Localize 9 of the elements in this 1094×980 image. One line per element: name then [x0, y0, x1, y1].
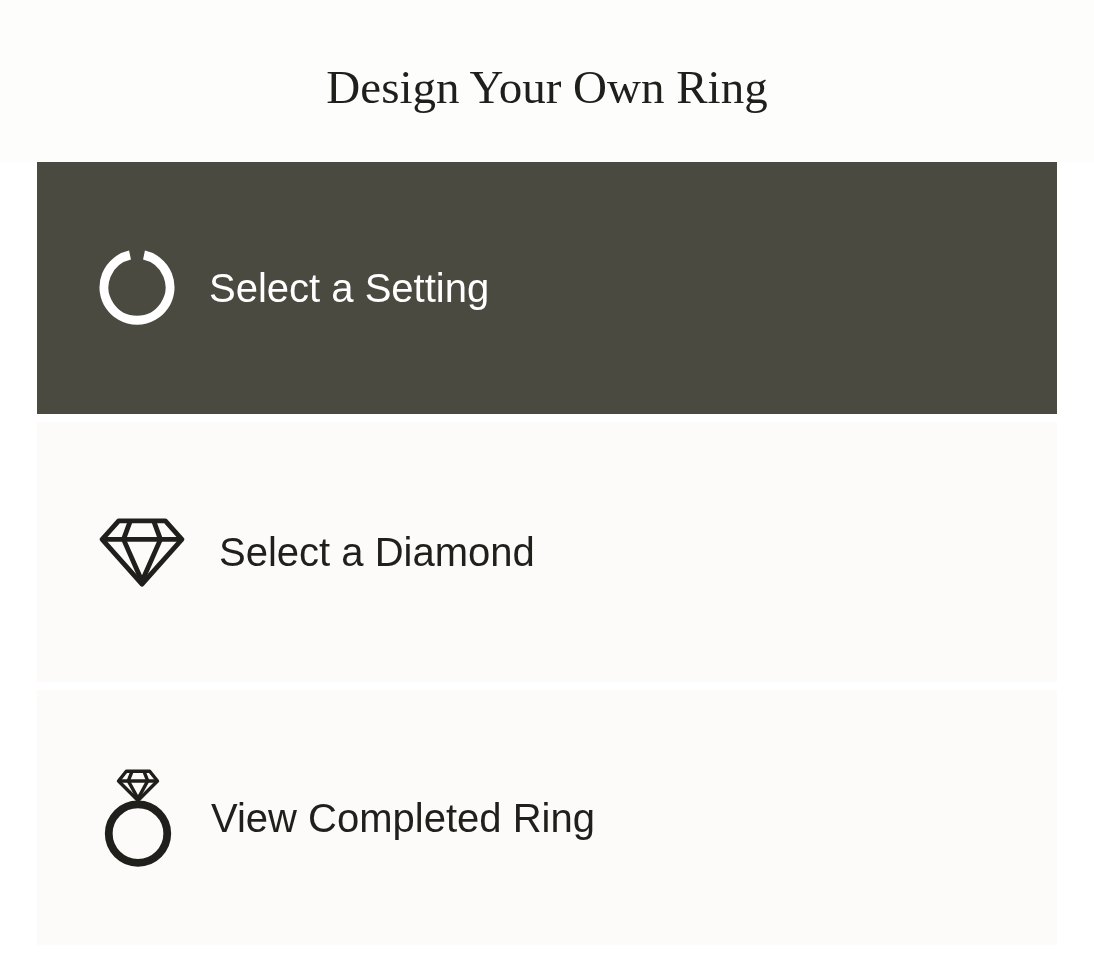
open-ring-icon: [99, 250, 175, 326]
step-label: Select a Setting: [209, 268, 490, 308]
step-tab[interactable]: Select a Diamond: [37, 422, 1057, 682]
page-title: Design Your Own Ring: [326, 59, 768, 111]
step-label: View Completed Ring: [211, 797, 595, 838]
step-label: Select a Diamond: [219, 532, 535, 572]
step-tab[interactable]: Select a Setting: [37, 162, 1057, 414]
step-tab[interactable]: View Completed Ring: [37, 690, 1057, 945]
diamond-icon: [99, 517, 185, 587]
